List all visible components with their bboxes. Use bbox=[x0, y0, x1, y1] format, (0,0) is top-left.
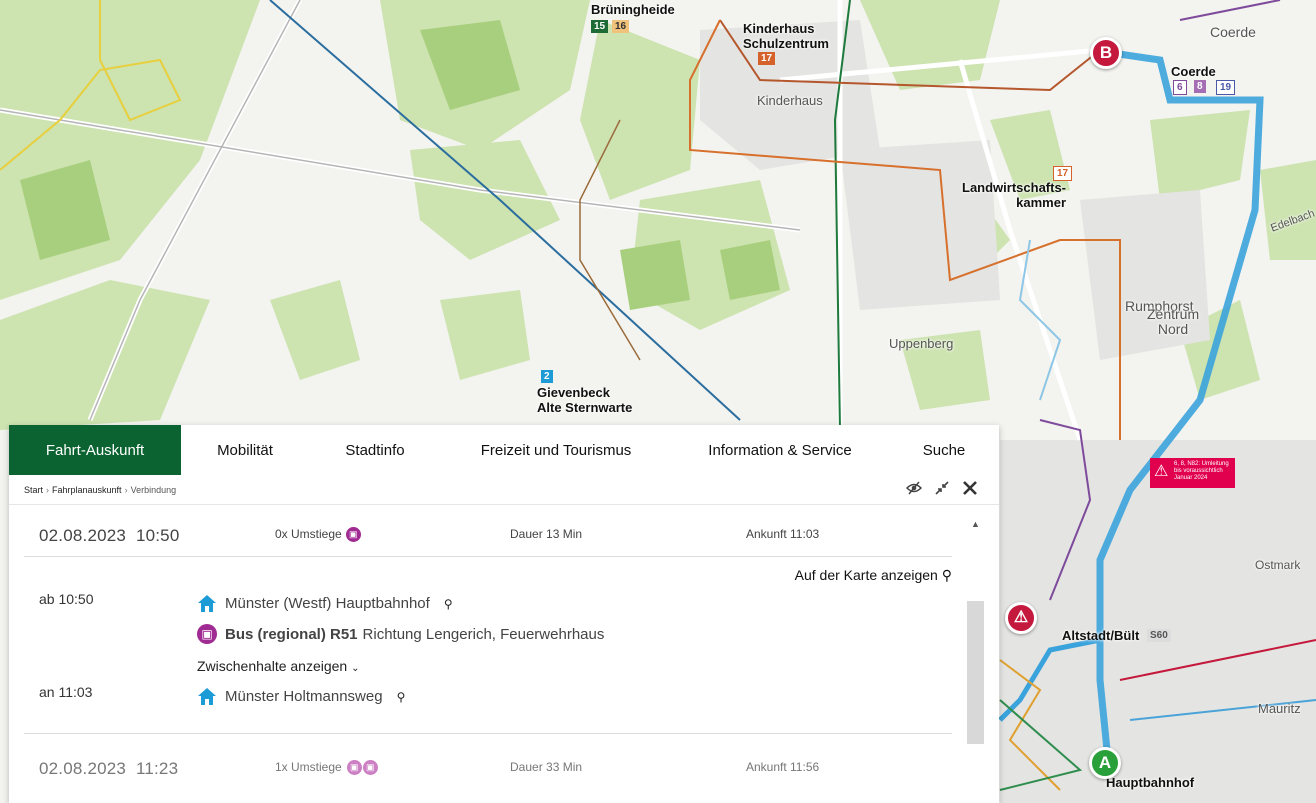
departure-time: ab 10:50 bbox=[39, 591, 94, 607]
row-divider bbox=[24, 556, 952, 557]
line-badge-6: 6 bbox=[1173, 80, 1187, 95]
nav-information-service[interactable]: Information & Service bbox=[671, 425, 889, 475]
bus-icon: ▣ bbox=[345, 527, 361, 543]
connection-list: 02.08.2023 10:50 0x Umstiege ▣ Dauer 13 M… bbox=[9, 505, 984, 803]
bus-icon: ▣ bbox=[362, 760, 378, 776]
breadcrumb-planner[interactable]: Fahrplanauskunft bbox=[52, 485, 122, 495]
connection-changes: 0x Umstiege ▣ bbox=[275, 527, 361, 543]
map-pin-icon: ⚲ bbox=[941, 567, 952, 583]
line-badge-16: 16 bbox=[612, 20, 630, 33]
connection-datetime: 02.08.2023 10:50 bbox=[39, 526, 180, 545]
line-badge-s60: S60 bbox=[1147, 629, 1171, 642]
connection-datetime: 02.08.2023 11:23 bbox=[39, 759, 179, 778]
show-intermediate-stops[interactable]: Zwischenhalte anzeigen ⌄ bbox=[197, 658, 360, 674]
bus-line-info: ▣ Bus (regional) R51 Richtung Lengerich,… bbox=[197, 624, 604, 644]
panel-tools bbox=[905, 481, 979, 500]
line-badge-17: 17 bbox=[758, 52, 776, 65]
timetable-panel: Fahrt-Auskunft Mobilität Stadtinfo Freiz… bbox=[9, 425, 999, 803]
arrival-time: an 11:03 bbox=[39, 684, 93, 700]
map-label-kinderhaus: Kinderhaus bbox=[757, 93, 823, 108]
map-label-gievenbeck: Gievenbeck Alte Sternwarte bbox=[537, 385, 633, 415]
line-badge-19: 19 bbox=[1216, 80, 1236, 95]
map-label-hauptbahnhof: Hauptbahnhof bbox=[1106, 775, 1195, 790]
breadcrumb-start[interactable]: Start bbox=[24, 485, 43, 495]
map-marker-a[interactable]: A bbox=[1089, 747, 1121, 779]
connection-duration: Dauer 13 Min bbox=[510, 527, 583, 541]
map-label-altstadt-bult: Altstadt/Bült bbox=[1062, 628, 1140, 643]
breadcrumb-current: Verbindung bbox=[130, 485, 177, 495]
stop-house-icon bbox=[197, 687, 217, 706]
show-on-map-link[interactable]: Auf der Karte anzeigen ⚲ bbox=[795, 567, 952, 584]
connection-arrival: Ankunft 11:03 bbox=[746, 527, 820, 541]
map-label-mauritz: Mauritz bbox=[1258, 701, 1301, 716]
nav-freizeit-tourismus[interactable]: Freizeit und Tourismus bbox=[441, 425, 671, 475]
connection-changes: 1x Umstiege ▣ ▣ bbox=[275, 760, 378, 776]
bus-icon: ▣ bbox=[346, 760, 362, 776]
arrival-stop: Münster Holtmannsweg ⚲ bbox=[197, 687, 405, 706]
map-alert-text: 6, 8, N82: Umleitung bis voraussichtlich… bbox=[1174, 461, 1229, 481]
map-alert-marker[interactable]: ⚠ bbox=[1005, 602, 1037, 634]
nav-mobilitaet[interactable]: Mobilität bbox=[181, 425, 309, 475]
connection-row[interactable]: 02.08.2023 11:23 1x Umstiege ▣ ▣ Dauer 33 … bbox=[24, 749, 952, 787]
minimize-panel-icon[interactable] bbox=[933, 481, 951, 500]
map-label-uppenberg: Uppenberg bbox=[889, 336, 954, 351]
connection-duration: Dauer 33 Min bbox=[510, 760, 583, 774]
chevron-down-icon: ⌄ bbox=[351, 663, 360, 674]
map-label-bruningheide: Brüningheide bbox=[591, 2, 675, 17]
map-label-kinderhaus-schulzentrum: Kinderhaus Schulzentrum bbox=[743, 21, 829, 51]
map-pin-icon[interactable]: ⚲ bbox=[397, 690, 406, 704]
stop-house-icon bbox=[197, 594, 217, 613]
scroll-up-icon[interactable]: ▲ bbox=[967, 517, 984, 531]
scrollbar-thumb[interactable] bbox=[967, 601, 984, 744]
map-label-coerde-stop: Coerde bbox=[1171, 64, 1216, 79]
line-badge-17b: 17 bbox=[1053, 166, 1073, 181]
connection-detail: Auf der Karte anzeigen ⚲ ab 10:50 Münste… bbox=[24, 567, 952, 749]
breadcrumb: Start › Fahrplanauskunft › Verbindung bbox=[24, 485, 176, 495]
close-panel-icon[interactable] bbox=[961, 481, 979, 500]
line-badge-2: 2 bbox=[541, 370, 553, 383]
list-scrollbar[interactable]: ▲ bbox=[967, 517, 984, 803]
connection-arrival: Ankunft 11:56 bbox=[746, 760, 820, 774]
map-label-landwirtschaftskammer: Landwirtschafts-kammer bbox=[962, 180, 1067, 210]
connection-row[interactable]: 02.08.2023 10:50 0x Umstiege ▣ Dauer 13 M… bbox=[24, 516, 952, 554]
departure-stop: Münster (Westf) Hauptbahnhof ⚲ bbox=[197, 594, 453, 613]
warning-icon: ⚠ bbox=[1154, 463, 1169, 480]
breadcrumb-separator: › bbox=[124, 485, 128, 495]
breadcrumb-separator: › bbox=[46, 485, 50, 495]
hide-panel-icon[interactable] bbox=[905, 481, 923, 500]
map-alert-banner[interactable]: ⚠ 6, 8, N82: Umleitung bis voraussichtli… bbox=[1150, 458, 1235, 488]
map-label-coerde-area: Coerde bbox=[1210, 24, 1256, 40]
row-divider bbox=[24, 733, 952, 734]
map-label-ostmarkt: Ostmark bbox=[1255, 558, 1301, 572]
map-pin-icon[interactable]: ⚲ bbox=[444, 597, 453, 611]
bus-icon: ▣ bbox=[197, 624, 217, 644]
nav-stadtinfo[interactable]: Stadtinfo bbox=[309, 425, 441, 475]
nav-fahrt-auskunft[interactable]: Fahrt-Auskunft bbox=[9, 425, 181, 475]
main-nav: Fahrt-Auskunft Mobilität Stadtinfo Freiz… bbox=[9, 425, 999, 475]
map-marker-b[interactable]: B bbox=[1090, 37, 1122, 69]
nav-suche[interactable]: Suche bbox=[889, 425, 999, 475]
line-badge-8: 8 bbox=[1194, 80, 1206, 93]
line-badge-15: 15 bbox=[591, 20, 609, 33]
map-label-zentrum-nord: Zentrum Nord bbox=[1147, 306, 1200, 337]
